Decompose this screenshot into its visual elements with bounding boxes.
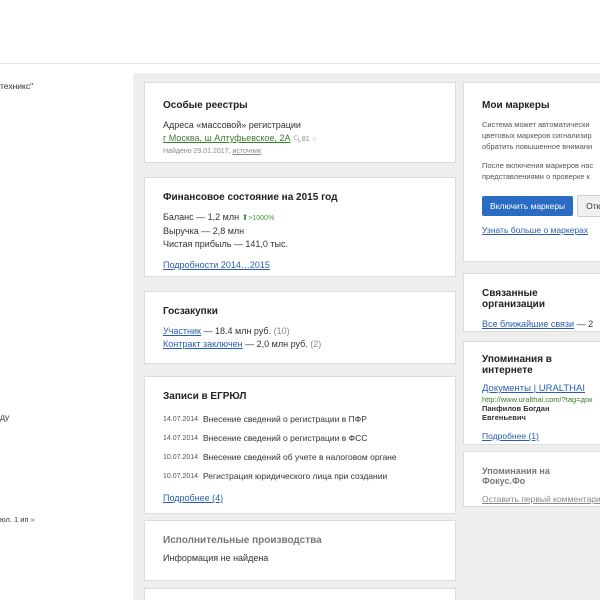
enforcement-status: Информация не найдена <box>163 553 269 563</box>
nearest-links-link[interactable]: Все ближайшие связи <box>482 319 574 329</box>
egrul-row: 10.07.2014 Регистрация юридического лица… <box>163 467 437 486</box>
markers-text: После включения маркеров нас <box>482 161 594 170</box>
decline-markers-button[interactable]: Отка <box>577 195 600 217</box>
markers-text: представлениями о проверке к <box>482 172 590 181</box>
markers-text: цветовых маркеров сигнализир <box>482 131 592 140</box>
special-registers-card: Особые реестры Адреса «массовой» регистр… <box>144 82 456 163</box>
source-link[interactable]: источник <box>232 148 261 155</box>
egrul-text: Внесение сведений о регистрации в ПФР <box>203 414 367 424</box>
company-name-fragment: техникс" <box>0 81 34 91</box>
left-text-fragment: ду <box>0 412 10 422</box>
related-orgs-title: Связанные организации <box>482 288 545 310</box>
egrul-card: Записи в ЕГРЮЛ 14.07.2014 Внесение сведе… <box>144 376 456 514</box>
egrul-text: Внесение сведений об учете в налоговом о… <box>203 452 397 462</box>
markers-text: Система может автоматически <box>482 120 590 129</box>
enable-markers-button[interactable]: Включить маркеры <box>482 196 574 216</box>
egrul-date: 14.07.2014 <box>163 416 199 423</box>
mentions-more-link[interactable]: Подробнее (1) <box>482 431 539 441</box>
finance-card: Финансовое состояние на 2015 год Баланс … <box>144 177 456 277</box>
contract-value: — 2,0 млн руб. <box>245 339 308 349</box>
mass-registration-desc: Адреса «массовой» регистрации <box>163 120 301 130</box>
left-sidebar: техникс" ду юл. 1 ип » <box>0 65 133 600</box>
mention-url: http://www.uralthai.com/?tag=док <box>482 395 593 404</box>
first-comment-link[interactable]: Оставить первый комментари <box>482 494 600 504</box>
finance-details-link[interactable]: Подробности 2014…2015 <box>163 260 270 270</box>
learn-markers-link[interactable]: Узнать больше о маркерах <box>482 225 588 235</box>
map-pin-icon[interactable]: ○ <box>312 136 316 143</box>
left-bottom-text: юл. 1 ип <box>0 515 29 524</box>
finance-title: Финансовое состояние на 2015 год <box>163 192 338 203</box>
profit-value: Чистая прибыль — 141,0 тыс. <box>163 239 289 249</box>
goszakupki-card: Госзакупки Участник — 18.4 млн руб. (10)… <box>144 291 456 364</box>
egrul-row: 10.07.2014 Внесение сведений об учете в … <box>163 448 437 467</box>
egrul-title: Записи в ЕГРЮЛ <box>163 391 247 402</box>
egrul-date: 10.07.2014 <box>163 454 199 461</box>
address-count: 81 <box>301 136 310 143</box>
left-bottom-link[interactable]: » <box>31 515 35 524</box>
revenue-value: Выручка — 2,8 млн <box>163 226 245 236</box>
egrul-row: 14.07.2014 Внесение сведений о регистрац… <box>163 429 437 448</box>
contract-link[interactable]: Контракт заключен <box>163 339 243 349</box>
related-orgs-card: Связанные организации Все ближайшие связ… <box>463 273 600 332</box>
search-icon[interactable]: 🔍︎ <box>293 136 302 143</box>
egrul-more-link[interactable]: Подробнее (4) <box>163 493 223 503</box>
next-card <box>144 588 456 600</box>
egrul-date: 14.07.2014 <box>163 435 199 442</box>
participant-link[interactable]: Участник <box>163 326 201 336</box>
goszakupki-title: Госзакупки <box>163 306 218 317</box>
markers-title: Мои маркеры <box>482 100 550 111</box>
egrul-text: Внесение сведений о регистрации в ФСС <box>203 433 368 443</box>
focus-mentions-title: Упоминания на Фокус.Фо <box>482 466 550 486</box>
egrul-row: 14.07.2014 Внесение сведений о регистрац… <box>163 410 437 429</box>
top-bar <box>0 0 600 64</box>
contract-count: (2) <box>310 339 322 349</box>
web-mentions-card: Упоминания в интернете Документы | URALT… <box>463 341 600 445</box>
balance-growth: >1000% <box>248 215 275 222</box>
markers-card: Мои маркеры Система может автоматически … <box>463 82 600 262</box>
focus-mentions-card: Упоминания на Фокус.Фо Оставить первый к… <box>463 451 600 507</box>
egrul-text: Регистрация юридического лица при создан… <box>203 471 388 481</box>
left-bottom-fragment: юл. 1 ип » <box>0 515 35 524</box>
address-link[interactable]: г Москва, ш Алтуфьевское, 2А <box>163 133 290 143</box>
nearest-links-count: — 2 <box>576 319 594 329</box>
mention-doc-link[interactable]: Документы | URALTHAI <box>482 383 585 394</box>
main-content: Особые реестры Адреса «массовой» регистр… <box>133 73 600 600</box>
mention-person: Панфилов Богдан Евгеньевич <box>482 404 550 422</box>
web-mentions-title: Упоминания в интернете <box>482 354 552 376</box>
markers-text: обратить повышенное внимани <box>482 142 593 151</box>
special-registers-title: Особые реестры <box>163 100 248 111</box>
found-date: Найдено 29.01.2017, <box>163 148 231 155</box>
participant-count: (10) <box>273 326 290 336</box>
enforcement-card: Исполнительные производства Информация н… <box>144 520 456 581</box>
participant-value: — 18.4 млн руб. <box>203 326 272 336</box>
balance-value: Баланс — 1,2 млн <box>163 212 240 222</box>
enforcement-title: Исполнительные производства <box>163 535 322 546</box>
egrul-date: 10.07.2014 <box>163 473 199 480</box>
